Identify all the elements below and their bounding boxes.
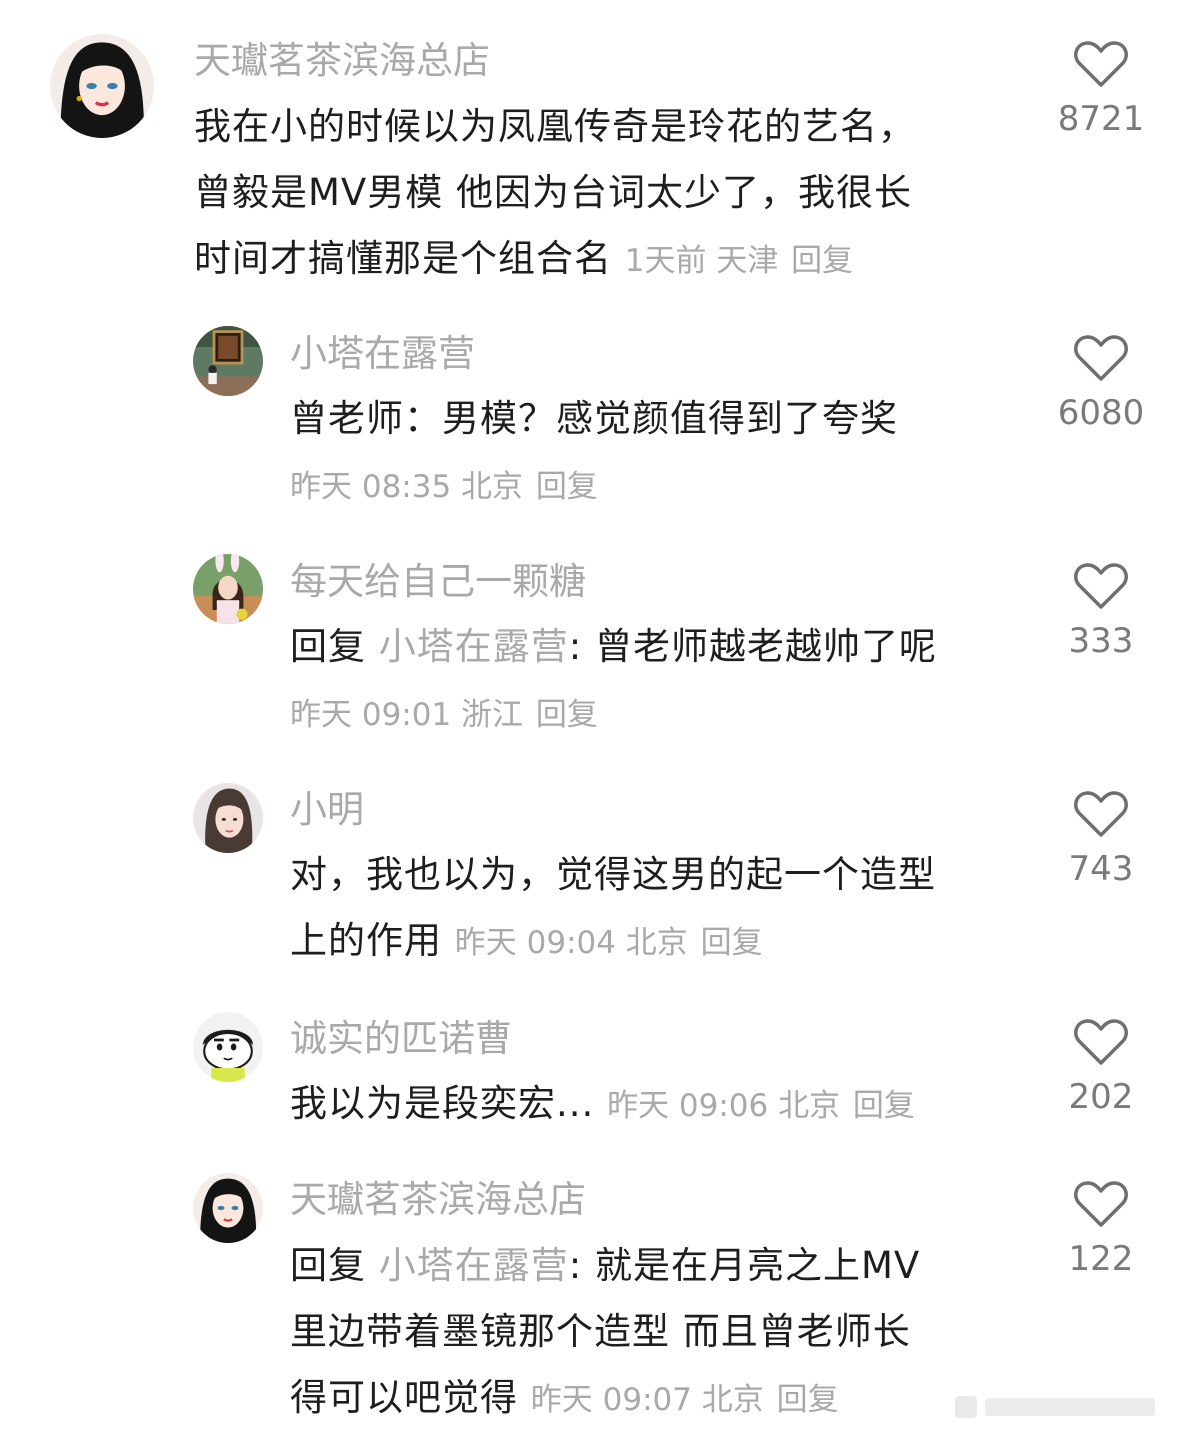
- avatar[interactable]: [193, 783, 263, 853]
- museum-photo-avatar-icon: [193, 326, 263, 396]
- heart-icon: [1074, 335, 1128, 381]
- avatar[interactable]: [193, 326, 263, 396]
- username[interactable]: 小塔在露营: [290, 335, 475, 372]
- reply-button[interactable]: 回复: [536, 697, 598, 733]
- text-line: 时间才搞懂那是个组合名 1天前 天津 回复: [194, 226, 916, 294]
- mention-link[interactable]: 小塔在露营: [379, 1244, 569, 1287]
- avatar[interactable]: [193, 1012, 263, 1082]
- anime-woman-avatar-icon: [193, 1173, 263, 1243]
- avatar[interactable]: [193, 554, 263, 624]
- text-line-end: 上的作用: [290, 919, 442, 962]
- meta-line: 昨天 08:35 北京 回复: [290, 452, 898, 520]
- comment-meta: 昨天 09:07 北京: [530, 1382, 764, 1418]
- reply-prefix: 回复: [290, 625, 366, 668]
- comment-text: 曾老师：男模？感觉颜值得到了夸奖 昨天 08:35 北京 回复: [290, 386, 898, 520]
- anime-woman-avatar-icon: [50, 34, 154, 138]
- comment-1: 天瓛茗茶滨海总店 我在小的时候以为凤凰传奇是玲花的艺名， 曾毅是MV男模 他因为…: [0, 0, 1179, 300]
- comment-meta: 昨天 09:01 浙江: [290, 697, 524, 733]
- like-count: 202: [1068, 1077, 1134, 1117]
- text-line: 得可以吧觉得 昨天 09:07 北京 回复: [290, 1365, 920, 1433]
- heart-icon: [1074, 41, 1128, 87]
- text-line: 回复 小塔在露营: 就是在月亮之上MV: [290, 1233, 920, 1299]
- reply-button[interactable]: 回复: [701, 925, 763, 961]
- like-button[interactable]: 122: [1046, 1180, 1156, 1276]
- username[interactable]: 诚实的匹诺曹: [290, 1020, 512, 1057]
- like-count: 743: [1068, 849, 1134, 889]
- reply-button[interactable]: 回复: [777, 1382, 839, 1418]
- heart-icon: [1074, 563, 1128, 609]
- reply-button[interactable]: 回复: [536, 469, 598, 505]
- like-count: 8721: [1057, 99, 1145, 139]
- reply-button[interactable]: 回复: [853, 1088, 915, 1124]
- comment-meta: 1天前 天津: [624, 243, 779, 279]
- avatar[interactable]: [50, 34, 154, 138]
- like-button[interactable]: 6080: [1046, 334, 1156, 430]
- username[interactable]: 小明: [290, 791, 364, 828]
- comment-text: 回复 小塔在露营: 曾老师越老越帅了呢 昨天 09:01 浙江 回复: [290, 614, 937, 748]
- comment-text: 我在小的时候以为凤凰传奇是玲花的艺名， 曾毅是MV男模 他因为台词太少了，我很长…: [194, 94, 916, 294]
- text-line-end: 得可以吧觉得: [290, 1376, 518, 1419]
- text-line: 上的作用 昨天 09:04 北京 回复: [290, 908, 936, 976]
- cartoon-boy-avatar-icon: [193, 1012, 263, 1082]
- text-line: 曾老师：男模？感觉颜值得到了夸奖: [290, 397, 898, 440]
- woman-portrait-avatar-icon: [193, 783, 263, 853]
- heart-icon: [1074, 1181, 1128, 1227]
- text-line-end: 时间才搞懂那是个组合名: [194, 237, 612, 280]
- comment-text: 对，我也以为，觉得这男的起一个造型 上的作用 昨天 09:04 北京 回复: [290, 842, 936, 976]
- watermark-icon: [955, 1396, 1155, 1418]
- reply-button[interactable]: 回复: [791, 243, 853, 279]
- avatar[interactable]: [193, 1173, 263, 1243]
- text-line: 我以为是段奕宏... 昨天 09:06 北京 回复: [290, 1071, 915, 1139]
- like-button[interactable]: 202: [1046, 1018, 1156, 1114]
- text-line-end: 我以为是段奕宏...: [290, 1082, 595, 1125]
- text-body: : 曾老师越老越帅了呢: [568, 625, 937, 668]
- heart-icon: [1074, 1019, 1128, 1065]
- text-line: 曾毅是MV男模 他因为台词太少了，我很长: [194, 171, 912, 214]
- text-line: 里边带着墨镜那个造型 而且曾老师长: [290, 1310, 911, 1353]
- like-count: 6080: [1057, 393, 1145, 433]
- comment-text: 回复 小塔在露营: 就是在月亮之上MV 里边带着墨镜那个造型 而且曾老师长 得可…: [290, 1233, 920, 1433]
- mention-link[interactable]: 小塔在露营: [379, 625, 569, 668]
- username[interactable]: 天瓛茗茶滨海总店: [194, 42, 490, 79]
- text-line: 回复 小塔在露营: 曾老师越老越帅了呢: [290, 614, 937, 680]
- comment-meta: 昨天 09:06 北京: [607, 1088, 841, 1124]
- comment-meta: 昨天 09:04 北京: [454, 925, 688, 961]
- like-button[interactable]: 333: [1046, 562, 1156, 658]
- text-line: 对，我也以为，觉得这男的起一个造型: [290, 853, 936, 896]
- comment-text: 我以为是段奕宏... 昨天 09:06 北京 回复: [290, 1071, 915, 1139]
- comment-meta: 昨天 08:35 北京: [290, 469, 524, 505]
- like-count: 333: [1068, 621, 1134, 661]
- bunny-ears-girl-avatar-icon: [193, 554, 263, 624]
- like-button[interactable]: 743: [1046, 790, 1156, 886]
- text-body: : 就是在月亮之上MV: [568, 1244, 921, 1287]
- username[interactable]: 天瓛茗茶滨海总店: [290, 1181, 586, 1218]
- text-line: 我在小的时候以为凤凰传奇是玲花的艺名，: [194, 105, 916, 148]
- reply-prefix: 回复: [290, 1244, 366, 1287]
- like-count: 122: [1068, 1239, 1134, 1279]
- meta-line: 昨天 09:01 浙江 回复: [290, 680, 937, 748]
- like-button[interactable]: 8721: [1046, 40, 1156, 136]
- username[interactable]: 每天给自己一颗糖: [290, 563, 586, 600]
- heart-icon: [1074, 791, 1128, 837]
